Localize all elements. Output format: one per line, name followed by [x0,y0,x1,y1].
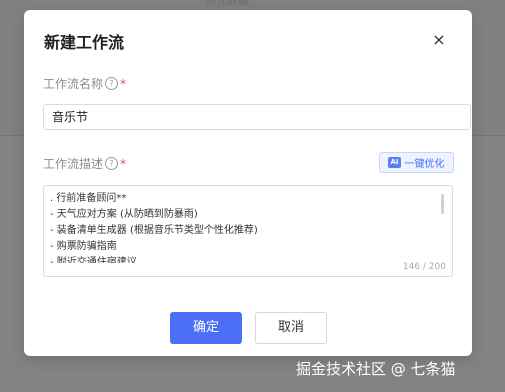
help-icon[interactable]: ? [105,77,119,90]
workflow-name-label: 工作流名称 ? * [43,75,126,92]
dialog-title: 新建工作流 [44,33,125,52]
watermark-text: 掘金技术社区 @ 七条猫 [296,360,456,378]
description-line: - 购票防骗指南 [50,241,117,252]
workflow-description-label: 工作流描述 ? * [43,155,126,172]
description-line: - 装备清单生成器 (根据音乐节类型个性化推荐) [50,225,258,236]
confirm-button[interactable]: 确定 [170,312,242,344]
help-icon[interactable]: ? [105,157,119,170]
description-text: . 行前准备顾问** - 天气应对方案 (从防晒到防暴雨) - 装备清单生成器 … [50,191,440,263]
character-counter: 146 / 200 [402,262,446,272]
ai-optimize-label: 一键优化 [404,159,445,170]
ai-optimize-button[interactable]: AI 一键优化 [379,152,454,173]
required-mark: * [120,156,127,171]
workflow-name-label-text: 工作流名称 [43,77,104,91]
description-line: . 行前准备顾问** [50,193,127,204]
description-line: - 天气应对方案 (从防晒到防暴雨) [50,209,198,220]
new-workflow-dialog: 新建工作流 × 工作流名称 ? * 音乐节 工作流描述 ? * AI 一键优化 … [24,10,472,356]
description-line: - 附近交通住宿建议 [50,257,137,263]
workflow-description-textarea[interactable]: . 行前准备顾问** - 天气应对方案 (从防晒到防暴雨) - 装备清单生成器 … [43,185,453,277]
cancel-button[interactable]: 取消 [255,312,327,344]
workflow-description-label-text: 工作流描述 [43,157,104,171]
workflow-name-input[interactable]: 音乐节 [43,104,471,130]
textarea-scrollbar[interactable] [441,194,444,214]
close-icon[interactable]: × [428,30,450,52]
ai-icon: AI [388,157,401,168]
required-mark: * [120,76,127,91]
